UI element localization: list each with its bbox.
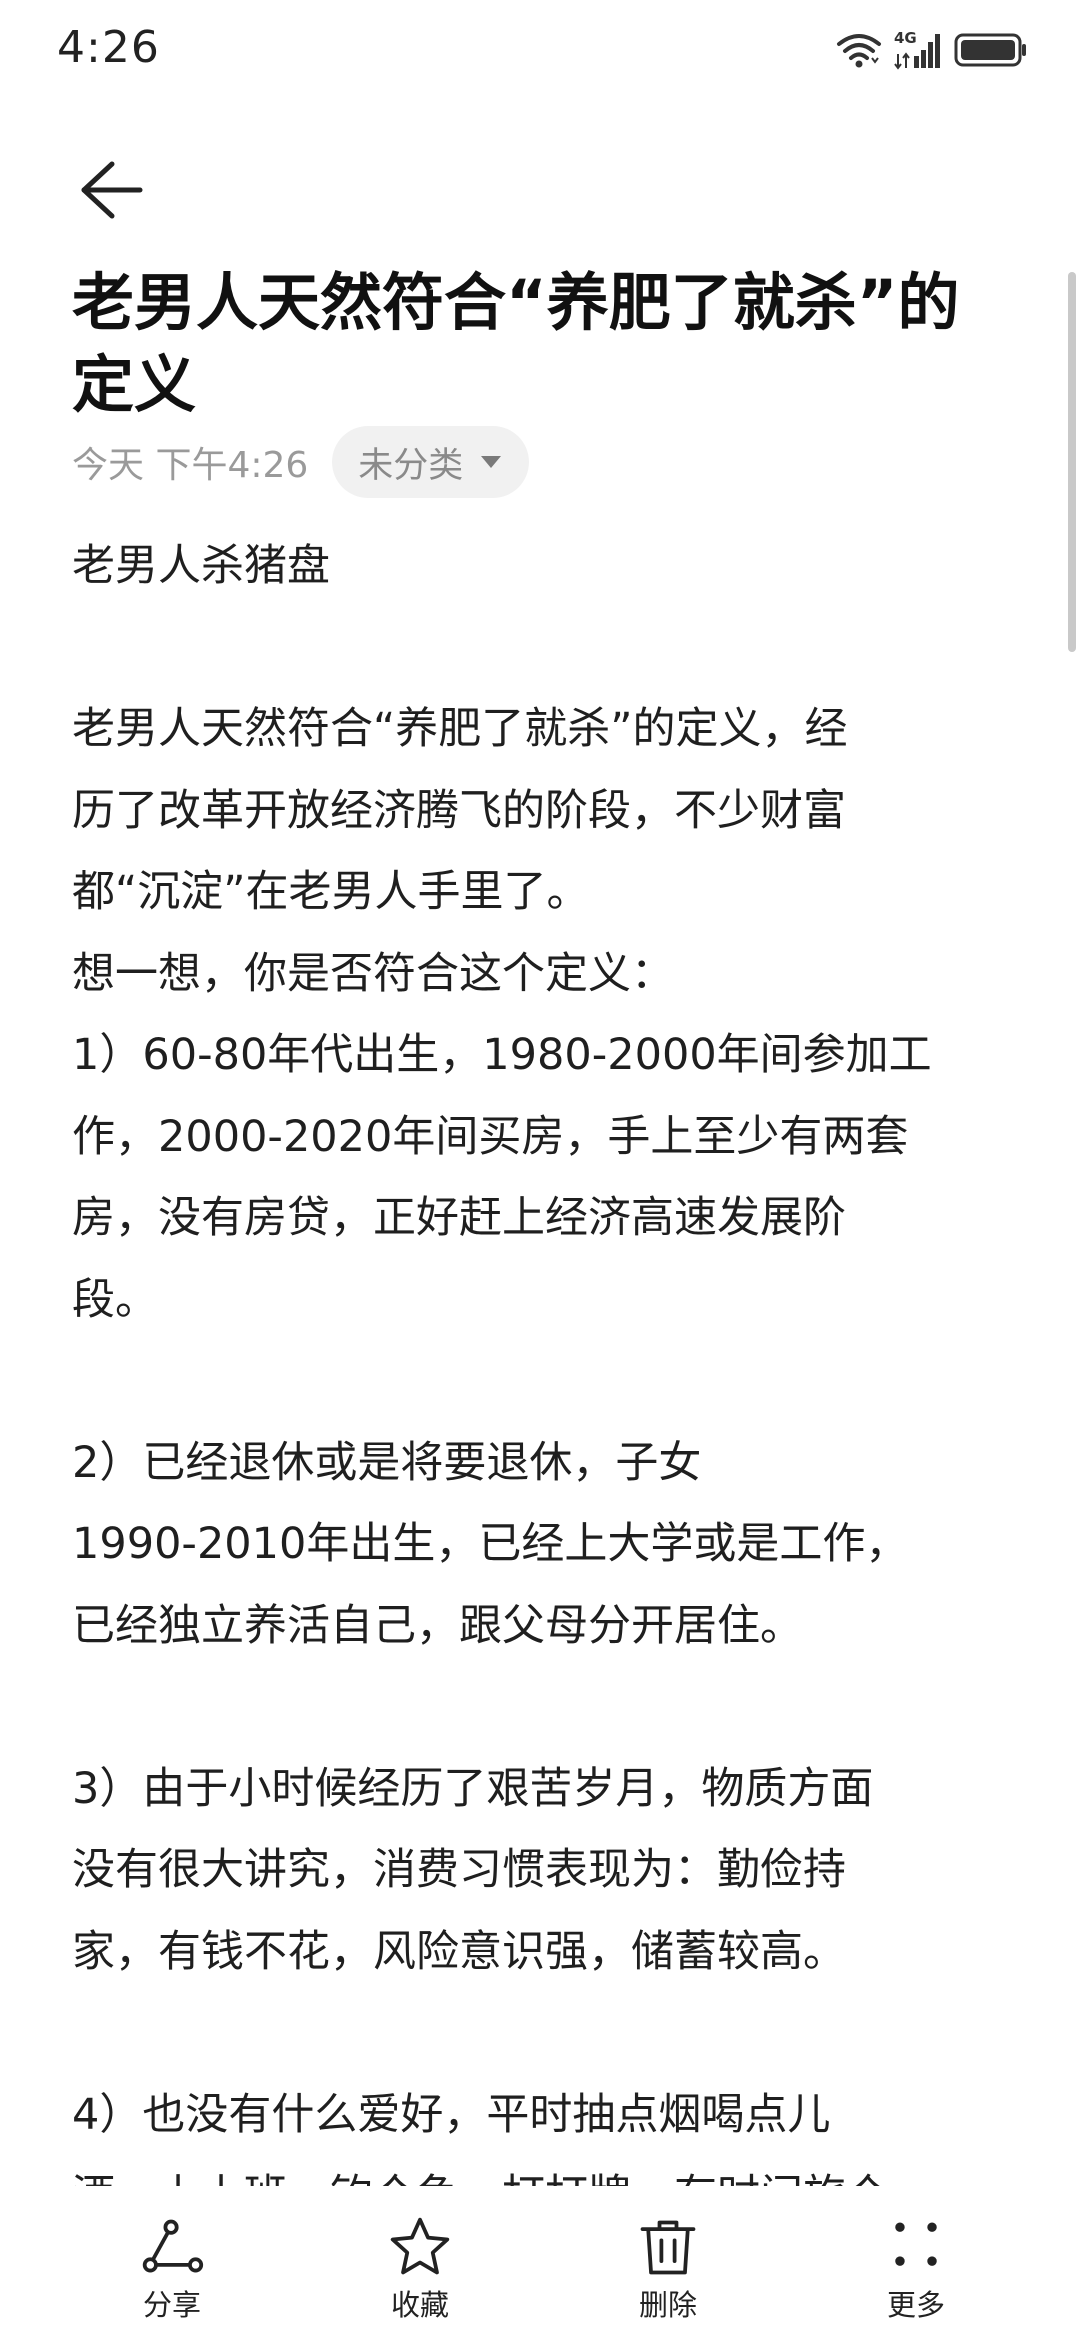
scrollbar[interactable] [1068,272,1076,652]
note-body-line: 老男人天然符合“养肥了就杀”的定义，经 [72,704,848,754]
favorite-button[interactable]: 收藏 [340,2214,500,2324]
star-icon [390,2217,450,2275]
note-body-line: 2）已经退休或是将要退休，子女 [72,1437,702,1488]
note-body-line: 已经独立养活自己，跟父母分开居住。 [72,1600,803,1651]
back-button[interactable] [70,150,150,230]
network-type-label: 4G [894,29,917,47]
note-body[interactable]: 老男人杀猪盘老男人天然符合“养肥了就杀”的定义，经 历了改革开放经济腾飞的阶段，不… [72,526,1022,2186]
note-body-line: 历了改革开放经济腾飞的阶段，不少财富 [72,785,846,836]
note-body-line: 家，有钱不花，风险意识强，储蓄较高。 [72,1926,846,1977]
bottom-toolbar: 分享 收藏 删除 更多 [0,2186,1080,2340]
category-dropdown[interactable]: 未分类 [332,426,530,498]
category-label: 未分类 [358,445,464,486]
favorite-label: 收藏 [390,2288,449,2322]
cellular-signal-icon: 4G [894,30,942,70]
status-bar: 4:26 4G [0,0,1080,100]
more-button[interactable]: 更多 [836,2214,996,2324]
note-body-line: 作，2000-2020年间买房，手上至少有两套 [72,1111,909,1162]
note-body-line: 想一想，你是否符合这个定义： [72,948,674,999]
note-body-line: 4）也没有什么爱好，平时抽点烟喝点儿 [72,2089,831,2140]
note-body-line: 1）60-80年代出生，1980-2000年间参加工 [72,1030,932,1080]
back-arrow-icon [81,161,143,219]
status-time: 4:26 [57,22,160,73]
note-body-line: 3）由于小时候经历了艰苦岁月，物质方面 [72,1763,874,1814]
delete-label: 删除 [638,2288,697,2322]
trash-icon [640,2220,696,2275]
note-body-line: 老男人杀猪盘 [72,541,330,591]
wifi-icon [837,34,881,68]
delete-button[interactable]: 删除 [588,2214,748,2324]
share-label: 分享 [142,2288,201,2322]
note-date: 今天 下午4:26 [72,445,309,486]
chevron-down-icon [481,456,502,468]
battery-icon [954,33,1026,67]
note-meta: 今天 下午4:26 未分类 [72,425,530,499]
note-body-line: 没有很大讲究，消费习惯表现为：勤俭持 [72,1845,846,1895]
share-button[interactable]: 分享 [92,2214,252,2324]
note-body-line: 房，没有房贷，正好赶上经济高速发展阶 [72,1193,846,1243]
note-body-line: 段。 [72,1274,158,1325]
more-dots-icon [895,2222,937,2266]
note-title[interactable]: 老男人天然符合“养肥了就杀”的定义 [72,262,1012,426]
status-icons: 4G [836,28,1028,72]
note-body-line: 都“沉淀”在老男人手里了。 [72,867,590,917]
more-label: 更多 [886,2288,945,2322]
note-body-line: 酒，上上班，钓个鱼，打打牌，有时间旅个 [72,2156,1022,2186]
share-icon [142,2219,204,2273]
note-body-line: 1990-2010年出生，已经上大学或是工作， [72,1519,909,1569]
